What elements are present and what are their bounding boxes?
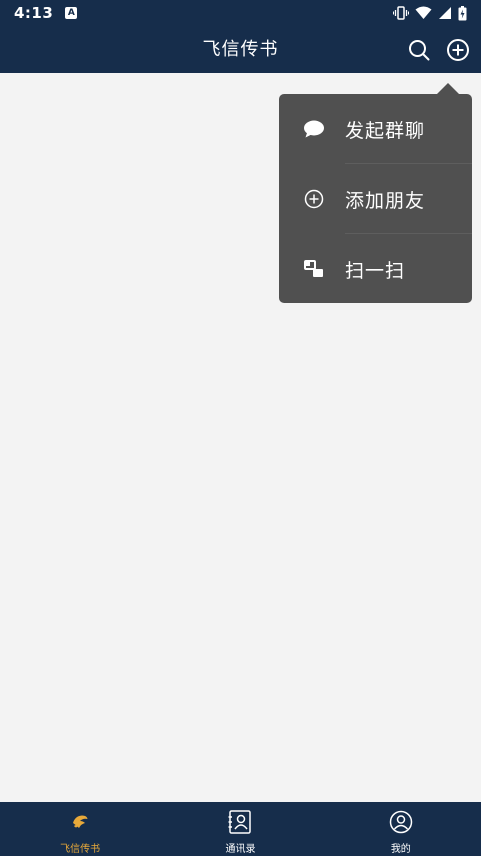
bottom-nav: 飞信传书 通讯录 我的 [0,802,481,856]
status-left: 4:13 A [14,4,78,22]
status-right [393,5,467,21]
popup-arrow [437,83,459,94]
battery-icon [458,5,467,21]
nav-item-home[interactable]: 飞信传书 [0,802,160,856]
nav-label-profile: 我的 [390,844,411,855]
menu-item-add-friend[interactable]: 添加朋友 [279,164,472,234]
contacts-icon [228,810,252,834]
scan-icon [279,260,345,278]
vibrate-icon [393,6,409,20]
nav-item-contacts[interactable]: 通讯录 [160,802,320,856]
app-bar: 飞信传书 [0,26,481,73]
profile-icon [389,810,413,834]
status-time: 4:13 [14,4,54,22]
add-circle-icon [447,39,469,61]
menu-item-label: 添加朋友 [345,189,426,212]
add-button[interactable] [445,37,471,63]
wifi-icon [415,6,432,20]
search-button[interactable] [406,37,432,63]
signal-icon [438,6,452,20]
menu-item-start-group-chat[interactable]: 发起群聊 [279,94,472,164]
nav-label-contacts: 通讯录 [225,844,256,855]
popup-menu: 发起群聊 添加朋友 扫一扫 [279,94,472,303]
chat-bubble-icon [279,120,345,138]
status-bar: 4:13 A [0,0,481,26]
nav-item-profile[interactable]: 我的 [321,802,481,856]
app-logo-icon [71,810,89,834]
menu-item-label: 发起群聊 [345,119,426,142]
search-icon [409,40,430,61]
menu-item-label: 扫一扫 [345,259,406,282]
nav-label-home: 飞信传书 [60,844,101,855]
notification-a-icon: A [65,7,78,19]
add-circle-icon [279,189,345,209]
menu-item-scan[interactable]: 扫一扫 [279,234,472,303]
